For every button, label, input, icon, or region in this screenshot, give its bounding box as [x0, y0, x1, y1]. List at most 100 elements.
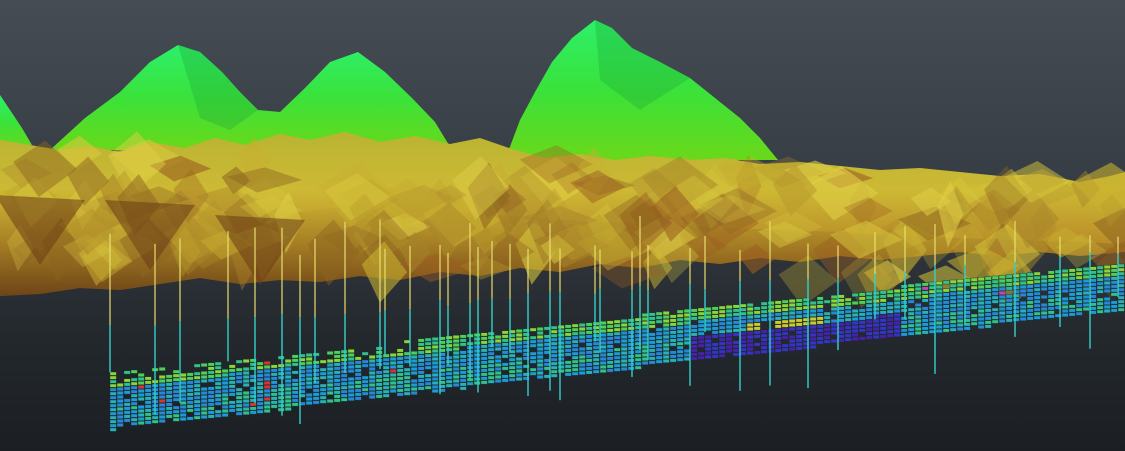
model-block [116, 395, 124, 399]
model-block [256, 393, 264, 398]
model-block [123, 378, 131, 383]
model-block [536, 347, 544, 351]
model-block [697, 327, 705, 332]
model-block [186, 404, 194, 409]
model-block [403, 375, 411, 380]
model-block [949, 307, 957, 312]
model-block [186, 392, 194, 397]
model-block [655, 351, 663, 356]
model-block [207, 410, 215, 415]
model-block [368, 387, 376, 391]
model-block [935, 317, 943, 321]
model-block [984, 296, 992, 301]
model-block [956, 315, 964, 319]
model-block [634, 357, 642, 362]
model-block [613, 331, 621, 336]
model-block [333, 350, 341, 355]
model-block [956, 279, 964, 283]
model-block [473, 381, 481, 385]
model-block [725, 309, 733, 313]
model-block [851, 333, 859, 337]
model-block [585, 334, 593, 339]
block-model-scene[interactable] [0, 0, 1125, 451]
model-block [144, 408, 152, 413]
model-block [270, 376, 278, 381]
model-block [193, 391, 201, 396]
model-block [571, 347, 579, 352]
model-block [704, 335, 712, 339]
model-block [963, 326, 971, 331]
model-block [557, 357, 565, 361]
model-block [795, 302, 803, 307]
model-block [536, 327, 544, 331]
model-block [242, 359, 250, 363]
model-block [809, 313, 817, 317]
model-block [326, 391, 334, 395]
model-block [389, 385, 397, 389]
model-block [256, 377, 264, 382]
model-block [767, 305, 775, 309]
model-block [935, 301, 943, 305]
model-block [858, 320, 866, 325]
model-block [564, 340, 572, 345]
model-block [578, 371, 586, 375]
model-block [333, 382, 341, 387]
model-block [305, 385, 313, 389]
model-block [424, 365, 432, 370]
model-block [991, 287, 999, 292]
3d-model-viewport[interactable] [0, 0, 1125, 451]
model-block [452, 379, 460, 383]
model-block [158, 375, 166, 379]
model-block [284, 399, 292, 403]
model-block [956, 291, 964, 295]
model-block [424, 361, 432, 366]
model-block [277, 395, 285, 400]
model-block [347, 357, 355, 361]
model-block [1103, 273, 1111, 277]
model-block [613, 355, 621, 360]
model-block [410, 371, 418, 375]
model-block [823, 331, 831, 336]
model-block [186, 376, 194, 381]
model-block [676, 309, 684, 314]
model-block [403, 371, 411, 376]
model-block [235, 387, 243, 392]
model-block [319, 387, 327, 392]
model-block [760, 313, 768, 318]
model-block [753, 314, 761, 319]
model-block [571, 355, 579, 360]
model-block [123, 382, 131, 387]
model-block [249, 406, 257, 411]
model-block [1012, 317, 1020, 322]
model-block [956, 311, 964, 315]
model-block [739, 327, 747, 332]
model-block [235, 375, 243, 380]
model-block [165, 410, 173, 415]
model-block [116, 403, 124, 407]
model-block [207, 398, 215, 403]
model-block [1033, 299, 1041, 304]
model-block [557, 349, 565, 353]
model-block [480, 360, 488, 365]
model-block [319, 359, 327, 364]
model-block [788, 311, 796, 315]
model-block [277, 363, 285, 368]
model-block [942, 328, 950, 333]
model-block [487, 331, 495, 336]
model-block [263, 377, 271, 381]
model-block [648, 336, 656, 341]
model-block [473, 341, 481, 345]
model-block [1068, 312, 1076, 317]
model-block [207, 370, 215, 375]
model-block [613, 335, 621, 340]
model-block [557, 365, 565, 369]
model-block [228, 400, 236, 405]
model-block [760, 345, 768, 350]
model-block [739, 323, 747, 328]
model-block [816, 340, 824, 345]
model-block [1012, 313, 1020, 318]
model-block [340, 397, 348, 402]
model-block [508, 365, 516, 370]
model-block [648, 320, 656, 325]
model-block [942, 292, 950, 297]
